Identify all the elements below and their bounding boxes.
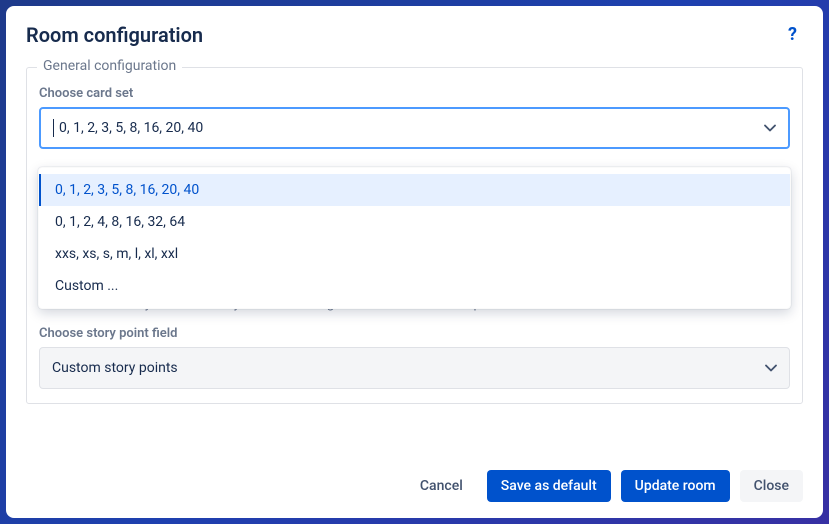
update-room-button[interactable]: Update room <box>621 470 730 502</box>
modal-title: Room configuration <box>26 23 203 47</box>
card-set-input[interactable] <box>53 120 764 136</box>
card-set-label: Choose card set <box>39 86 790 101</box>
story-point-select[interactable]: Custom story points <box>39 347 790 389</box>
help-icon[interactable]: ? <box>782 22 803 47</box>
card-set-option[interactable]: 0, 1, 2, 4, 8, 16, 32, 64 <box>39 206 790 238</box>
cancel-button[interactable]: Cancel <box>406 470 477 502</box>
card-set-dropdown: 0, 1, 2, 3, 5, 8, 16, 20, 400, 1, 2, 4, … <box>38 167 791 309</box>
story-point-value: Custom story points <box>52 360 178 376</box>
story-point-label: Choose story point field <box>39 326 790 341</box>
fieldset-legend: General configuration <box>37 58 182 74</box>
room-configuration-modal: Room configuration ? General configurati… <box>6 6 823 518</box>
card-set-select[interactable] <box>39 107 790 149</box>
chevron-down-icon[interactable] <box>764 121 776 135</box>
card-set-option[interactable]: 0, 1, 2, 3, 5, 8, 16, 20, 40 <box>39 174 790 206</box>
story-point-field: Choose story point field Custom story po… <box>39 326 790 389</box>
modal-footer: Cancel Save as default Update room Close <box>6 460 823 518</box>
chevron-down-icon[interactable] <box>765 361 777 375</box>
card-set-option[interactable]: Custom ... <box>39 270 790 302</box>
modal-body: General configuration Choose card set If… <box>6 51 823 460</box>
save-default-button[interactable]: Save as default <box>487 470 611 502</box>
card-set-field: Choose card set <box>39 86 790 149</box>
modal-header: Room configuration ? <box>6 6 823 51</box>
card-set-option[interactable]: xxs, xs, s, m, l, xl, xxl <box>39 238 790 270</box>
close-button[interactable]: Close <box>740 470 803 502</box>
